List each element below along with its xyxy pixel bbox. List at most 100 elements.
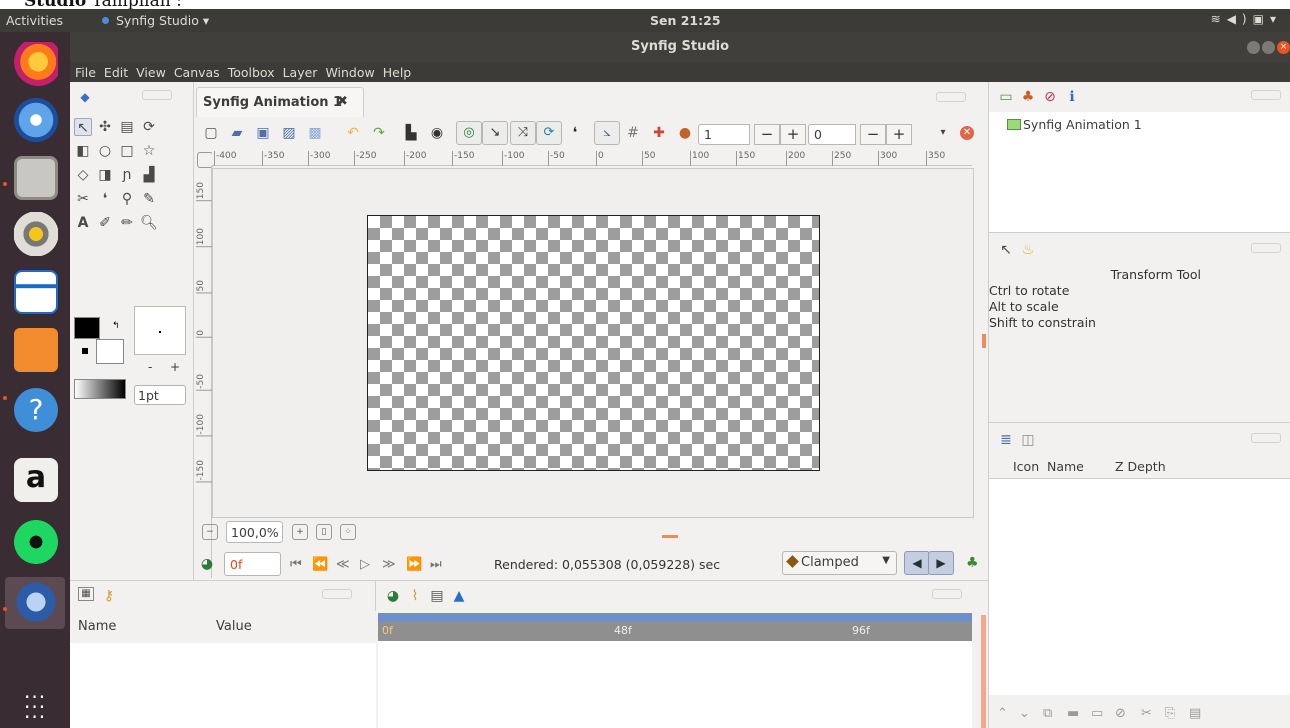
column-icon[interactable]: Icon <box>1013 459 1039 474</box>
toggle-bline-icon[interactable]: ⟳ <box>536 121 562 145</box>
future-onion-field[interactable]: 0 <box>808 124 856 145</box>
column-name[interactable]: Name <box>78 619 116 634</box>
amazon-icon[interactable]: a <box>14 458 58 502</box>
canvas-frame[interactable] <box>367 215 820 471</box>
duplicate-layer-icon[interactable]: ⧉ <box>1043 706 1052 721</box>
spline-tool-icon[interactable]: ɲ <box>118 166 136 184</box>
next-keyframe-icon[interactable]: ⏩ <box>406 557 422 572</box>
brush-tool-icon[interactable]: ✏ <box>118 214 136 232</box>
zoom-in-icon[interactable]: + <box>292 524 308 540</box>
animation-mode-icon[interactable]: ◕ <box>198 555 216 573</box>
gradient-tool-icon[interactable]: ◨ <box>96 166 114 184</box>
brush-width-field[interactable]: 1pt <box>134 385 186 405</box>
text-tool-icon[interactable]: A <box>74 214 92 232</box>
play-icon[interactable]: ▷ <box>360 557 370 572</box>
files-icon[interactable] <box>14 156 58 200</box>
params-list[interactable] <box>70 643 376 728</box>
app-menu[interactable]: Synfig Studio ▾ <box>102 13 209 28</box>
panel-grip[interactable] <box>936 92 966 102</box>
curves-tab-icon[interactable]: ⌇ <box>406 587 424 605</box>
cutout-tool-icon[interactable]: ✂ <box>74 190 92 208</box>
panel-grip[interactable] <box>142 90 172 100</box>
toggle-grid-icon[interactable]: # <box>624 124 642 142</box>
preview-icon[interactable]: ◉ <box>428 124 446 142</box>
params-tab-icon[interactable]: ▦ <box>78 587 94 601</box>
minimize-button[interactable] <box>1247 41 1260 54</box>
help-icon[interactable]: ? <box>14 388 58 432</box>
save-as-icon[interactable]: ▨ <box>280 124 298 142</box>
past-onion-field[interactable]: 1 <box>698 124 750 145</box>
menu-file[interactable]: File <box>70 62 99 80</box>
keyframes-tab-icon[interactable]: ⚷ <box>100 587 118 605</box>
close-tab-icon[interactable]: ✖ <box>337 94 348 109</box>
current-frame-field[interactable]: 0f <box>224 552 281 576</box>
menu-window[interactable]: Window <box>320 62 377 80</box>
toggle-onion-skin-icon[interactable]: ◎ <box>456 121 482 145</box>
seek-end-icon[interactable]: ⏭ <box>430 557 442 572</box>
future-onion-plus-button[interactable]: + <box>886 124 912 145</box>
toggle-ducks-icon[interactable]: ⤨ <box>510 121 536 145</box>
library-panel-tab-icon[interactable]: ▲ <box>450 587 468 605</box>
time-range-bar[interactable] <box>378 613 972 622</box>
fill-color-swatch[interactable] <box>96 339 124 364</box>
future-onion-minus-button[interactable]: − <box>860 124 886 145</box>
redo-icon[interactable]: ↷ <box>370 124 388 142</box>
swap-colors-icon[interactable]: ↰ <box>112 321 120 331</box>
panel-grip[interactable] <box>1251 90 1281 100</box>
lower-layer-icon[interactable]: ⌄ <box>1019 706 1030 721</box>
system-status-area[interactable]: ≋◀)▣▾ <box>1211 12 1282 26</box>
copy-icon[interactable]: ⎘ <box>1165 706 1175 721</box>
time-ruler[interactable]: 0f 48f 96f <box>378 613 972 641</box>
render-icon[interactable]: ▙ <box>402 124 420 142</box>
interpolation-select[interactable]: Clamped ▼ <box>782 551 897 575</box>
software-center-icon[interactable] <box>14 328 58 372</box>
panel-grip[interactable] <box>932 589 962 599</box>
tab-synfig-animation-1[interactable]: Synfig Animation 1 ✖ <box>196 87 364 117</box>
thunderbird-icon[interactable] <box>14 98 58 142</box>
new-file-icon[interactable]: ▢ <box>202 124 220 142</box>
stop-render-icon[interactable]: ✕ <box>960 126 974 140</box>
firefox-icon[interactable] <box>14 42 58 86</box>
panel-grip[interactable] <box>322 589 352 599</box>
maximize-button[interactable] <box>1262 41 1275 54</box>
layers-tab-icon[interactable]: ≣ <box>997 431 1015 449</box>
prev-keyframe-icon[interactable]: ⏪ <box>312 557 328 572</box>
timetrack-tab-icon[interactable]: ◕ <box>384 587 402 605</box>
zoom-field[interactable]: 100,0% <box>226 521 283 543</box>
toggle-handles-icon[interactable]: ↘ <box>482 121 508 145</box>
menu-toolbox[interactable]: Toolbox <box>223 62 278 80</box>
zoom-tool-icon[interactable]: 🔍︎ <box>140 214 158 232</box>
panel-resize-handle[interactable] <box>981 615 986 728</box>
synfig-icon[interactable] <box>14 580 58 624</box>
history-tab-icon[interactable]: ♨ <box>1019 241 1037 259</box>
zoom-fit-icon[interactable]: ▯ <box>316 524 332 540</box>
circle-tool-icon[interactable]: ○ <box>96 142 114 160</box>
mirror-tool-icon[interactable]: ◧ <box>74 142 92 160</box>
width-tool-icon[interactable]: ❛ <box>96 190 114 208</box>
column-z-depth[interactable]: Z Depth <box>1115 459 1166 474</box>
panel-grip[interactable] <box>1251 243 1281 253</box>
timebar-resize-handle[interactable] <box>662 535 678 538</box>
paste-icon[interactable]: ▤ <box>1189 706 1201 721</box>
open-file-icon[interactable]: ▰ <box>228 124 246 142</box>
star-tool-icon[interactable]: ☆ <box>140 142 158 160</box>
close-window-button[interactable]: × <box>1277 41 1290 54</box>
next-frame-icon[interactable]: ≫ <box>382 557 396 572</box>
prev-frame-icon[interactable]: ≪ <box>336 557 350 572</box>
reset-colors-icon[interactable] <box>82 348 88 354</box>
panel-grip[interactable] <box>1251 433 1281 443</box>
cut-icon[interactable]: ✂ <box>1141 706 1152 721</box>
past-onion-plus-button[interactable]: + <box>780 124 806 145</box>
list-item[interactable]: Synfig Animation 1 <box>1007 117 1142 132</box>
canvas-metadata-tab-icon[interactable]: ▤ <box>428 587 446 605</box>
future-keyframe-lock-icon[interactable]: ▶ <box>928 551 954 575</box>
writer-icon[interactable] <box>14 270 58 314</box>
spotify-icon[interactable] <box>14 520 58 564</box>
toolbar-overflow-icon[interactable]: ▾ <box>934 124 952 142</box>
info-tab-icon[interactable]: ℹ <box>1063 88 1081 106</box>
past-keyframe-lock-icon[interactable]: ◀ <box>904 551 930 575</box>
zoom-out-icon[interactable]: − <box>202 524 218 540</box>
rectangle-tool-icon[interactable]: □ <box>118 142 136 160</box>
layers-list[interactable] <box>989 479 1290 695</box>
undo-icon[interactable]: ↶ <box>344 124 362 142</box>
